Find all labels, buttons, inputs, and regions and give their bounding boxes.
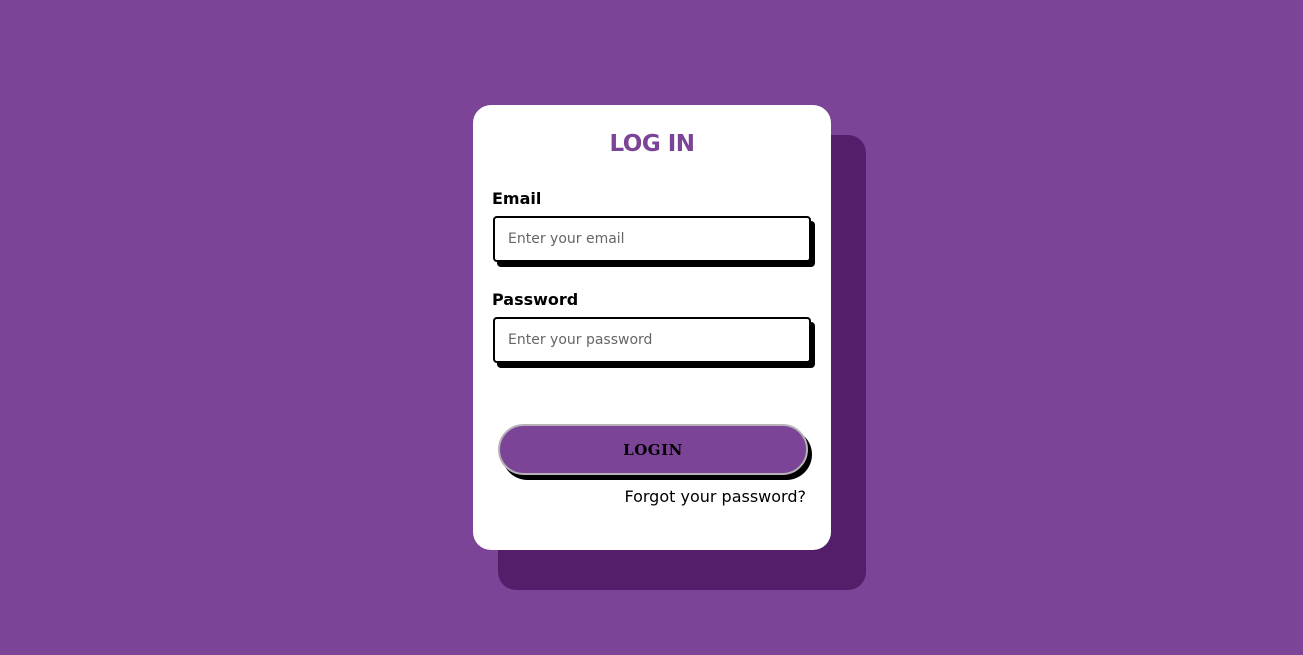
page-title: LOG IN: [609, 131, 695, 157]
login-card: LOG IN Email Password LOGIN Forgot your …: [473, 105, 831, 550]
password-label: Password: [492, 290, 579, 309]
email-label: Email: [492, 189, 542, 208]
forgot-password-link[interactable]: Forgot your password?: [624, 487, 806, 506]
email-field[interactable]: [493, 216, 811, 262]
password-field[interactable]: [493, 317, 811, 363]
login-button[interactable]: LOGIN: [498, 424, 808, 475]
